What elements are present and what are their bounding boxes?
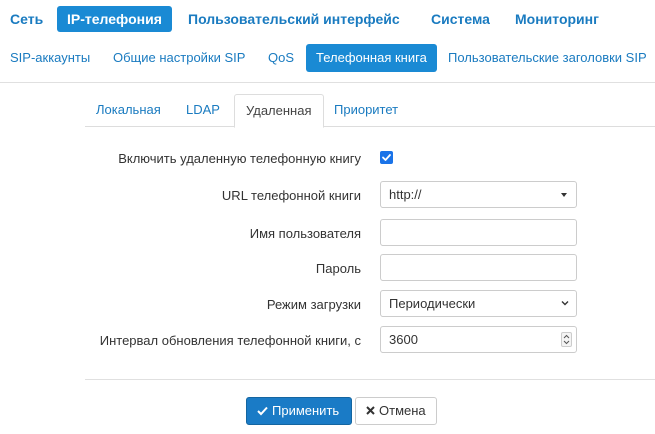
url-select[interactable]: http:// <box>380 181 577 208</box>
update-interval-value: 3600 <box>389 332 418 347</box>
check-icon <box>257 398 268 424</box>
apply-label: Применить <box>272 403 340 418</box>
password-input[interactable] <box>380 254 577 281</box>
check-icon <box>382 154 391 161</box>
enable-remote-label: Включить удаленную телефонную книгу <box>118 151 361 166</box>
chevron-down-icon <box>561 301 569 306</box>
cancel-label: Отмена <box>379 403 426 418</box>
update-interval-label: Интервал обновления телефонной книги, с <box>99 333 361 348</box>
load-mode-select[interactable]: Периодически <box>380 290 577 317</box>
apply-button[interactable]: Применить <box>246 397 352 425</box>
spinner-arrows-icon[interactable] <box>561 332 572 347</box>
top-nav-item-user-interface[interactable]: Пользовательский интерфейс <box>178 6 410 32</box>
username-input[interactable] <box>380 219 577 246</box>
top-nav-item-ip-telephony[interactable]: IP-телефония <box>57 6 172 32</box>
username-label: Имя пользователя <box>249 226 361 241</box>
sub-nav-item-qos[interactable]: QoS <box>258 44 304 72</box>
url-value: http:// <box>389 187 422 202</box>
enable-remote-checkbox[interactable] <box>380 151 393 164</box>
top-nav-item-monitoring[interactable]: Мониторинг <box>505 6 609 32</box>
tab-remote[interactable]: Удаленная <box>234 94 324 128</box>
sub-nav-item-phonebook[interactable]: Телефонная книга <box>306 44 437 72</box>
tab-ldap[interactable]: LDAP <box>175 94 231 127</box>
sub-nav-item-sip-general[interactable]: Общие настройки SIP <box>103 44 255 72</box>
spinner-glyph <box>563 334 570 345</box>
caret-down-icon <box>561 193 567 197</box>
sub-nav: SIP-аккаунты Общие настройки SIP QoS Тел… <box>0 44 655 74</box>
password-label: Пароль <box>315 261 361 276</box>
nav-divider <box>0 82 655 83</box>
sub-nav-item-sip-accounts[interactable]: SIP-аккаунты <box>0 44 100 72</box>
sub-nav-item-custom-headers[interactable]: Пользовательские заголовки SIP <box>438 44 655 72</box>
top-nav-item-system[interactable]: Система <box>421 6 500 32</box>
close-icon <box>366 398 375 424</box>
tab-local[interactable]: Локальная <box>85 94 172 127</box>
top-nav-item-network[interactable]: Сеть <box>0 6 53 32</box>
update-interval-input[interactable]: 3600 <box>380 326 577 353</box>
load-mode-value: Периодически <box>389 296 476 311</box>
url-label: URL телефонной книги <box>221 188 361 203</box>
cancel-button[interactable]: Отмена <box>355 397 437 425</box>
top-nav: Сеть IP-телефония Пользовательский интер… <box>0 0 655 36</box>
phonebook-tabs: Локальная LDAP Удаленная Приоритет <box>85 94 655 128</box>
form-divider <box>85 379 655 380</box>
tab-priority[interactable]: Приоритет <box>323 94 409 127</box>
load-mode-label: Режим загрузки <box>266 297 361 312</box>
